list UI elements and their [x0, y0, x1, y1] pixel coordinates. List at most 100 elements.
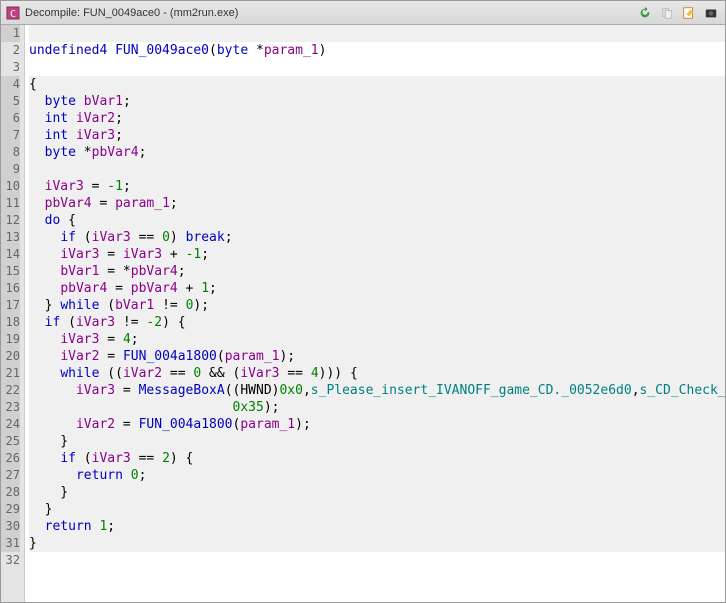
code-line[interactable]: } while (bVar1 != 0);	[29, 297, 725, 314]
token-var: bVar1	[115, 298, 154, 313]
code-line[interactable]: byte bVar1;	[29, 93, 725, 110]
token-plain	[29, 349, 60, 364]
token-plain: );	[279, 349, 295, 364]
line-number[interactable]: 31	[1, 535, 20, 552]
token-kw: if	[45, 315, 61, 330]
code-line[interactable]: if (iVar3 == 0) break;	[29, 229, 725, 246]
line-number[interactable]: 26	[1, 450, 20, 467]
code-line[interactable]: iVar2 = FUN_004a1800(param_1);	[29, 416, 725, 433]
line-number[interactable]: 32	[1, 552, 20, 569]
code-line[interactable]: iVar3 = MessageBoxA((HWND)0x0,s_Please_i…	[29, 382, 725, 399]
refresh-icon	[638, 6, 652, 20]
line-number[interactable]: 1	[1, 25, 20, 42]
code-line[interactable]: iVar2 = FUN_004a1800(param_1);	[29, 348, 725, 365]
code-line[interactable]	[29, 552, 725, 569]
code-line[interactable]: return 1;	[29, 518, 725, 535]
line-number[interactable]: 18	[1, 314, 20, 331]
code-line[interactable]: iVar3 = 4;	[29, 331, 725, 348]
code-line[interactable]	[29, 25, 725, 42]
line-number[interactable]: 15	[1, 263, 20, 280]
code-line[interactable]: do {	[29, 212, 725, 229]
line-number[interactable]: 4	[1, 76, 20, 93]
line-number[interactable]: 25	[1, 433, 20, 450]
token-plain	[29, 417, 76, 432]
edit-button[interactable]	[679, 4, 699, 22]
code-line[interactable]: return 0;	[29, 467, 725, 484]
line-number[interactable]: 5	[1, 93, 20, 110]
code-line[interactable]: }	[29, 484, 725, 501]
code-line[interactable]	[29, 161, 725, 178]
code-line[interactable]: int iVar3;	[29, 127, 725, 144]
code-line[interactable]: iVar3 = -1;	[29, 178, 725, 195]
code-line[interactable]: iVar3 = iVar3 + -1;	[29, 246, 725, 263]
token-fn: FUN_004a1800	[123, 349, 217, 364]
line-number[interactable]: 6	[1, 110, 20, 127]
decompile-icon: C	[5, 5, 21, 21]
line-number[interactable]: 30	[1, 518, 20, 535]
token-plain: =	[115, 383, 138, 398]
line-number[interactable]: 17	[1, 297, 20, 314]
line-number[interactable]: 7	[1, 127, 20, 144]
token-plain: );	[193, 298, 209, 313]
snapshot-button[interactable]	[701, 4, 721, 22]
code-line[interactable]: }	[29, 535, 725, 552]
line-number[interactable]: 28	[1, 484, 20, 501]
line-number[interactable]: 12	[1, 212, 20, 229]
token-plain	[29, 366, 60, 381]
line-number[interactable]: 24	[1, 416, 20, 433]
code-line[interactable]: 0x35);	[29, 399, 725, 416]
refresh-button[interactable]	[635, 4, 655, 22]
code-line[interactable]: pbVar4 = param_1;	[29, 195, 725, 212]
code-line[interactable]: }	[29, 501, 725, 518]
line-number[interactable]: 8	[1, 144, 20, 161]
code-area[interactable]: undefined4 FUN_0049ace0(byte *param_1){ …	[25, 25, 725, 602]
line-number[interactable]: 13	[1, 229, 20, 246]
token-var: iVar3	[76, 383, 115, 398]
line-number[interactable]: 20	[1, 348, 20, 365]
line-number[interactable]: 11	[1, 195, 20, 212]
code-line[interactable]: }	[29, 433, 725, 450]
code-line[interactable]: undefined4 FUN_0049ace0(byte *param_1)	[29, 42, 725, 59]
line-number[interactable]: 29	[1, 501, 20, 518]
code-line[interactable]: int iVar2;	[29, 110, 725, 127]
code-line[interactable]: while ((iVar2 == 0 && (iVar3 == 4))) {	[29, 365, 725, 382]
code-line[interactable]: {	[29, 76, 725, 93]
token-fn: FUN_0049ace0	[115, 43, 209, 58]
line-number[interactable]: 16	[1, 280, 20, 297]
token-kw: if	[60, 230, 76, 245]
code-line[interactable]: byte *pbVar4;	[29, 144, 725, 161]
line-number[interactable]: 23	[1, 399, 20, 416]
token-param: param_1	[240, 417, 295, 432]
token-plain	[29, 213, 45, 228]
line-number[interactable]: 10	[1, 178, 20, 195]
token-kw: return	[45, 519, 92, 534]
copy-button[interactable]	[657, 4, 677, 22]
line-number[interactable]: 21	[1, 365, 20, 382]
line-number[interactable]: 9	[1, 161, 20, 178]
edit-icon	[682, 6, 696, 20]
line-number[interactable]: 2	[1, 42, 20, 59]
token-num: 2	[162, 451, 170, 466]
token-var: iVar2	[60, 349, 99, 364]
token-plain: =	[84, 179, 107, 194]
line-number[interactable]: 27	[1, 467, 20, 484]
token-plain: ;	[139, 145, 147, 160]
token-plain	[29, 332, 60, 347]
code-line[interactable]: bVar1 = *pbVar4;	[29, 263, 725, 280]
token-plain: {	[29, 77, 37, 92]
line-number[interactable]: 19	[1, 331, 20, 348]
code-line[interactable]: if (iVar3 == 2) {	[29, 450, 725, 467]
token-kw: if	[60, 451, 76, 466]
token-plain	[29, 247, 60, 262]
token-var: iVar2	[76, 111, 115, 126]
token-plain: +	[178, 281, 201, 296]
token-plain	[29, 451, 60, 466]
token-plain: ==	[280, 366, 311, 381]
token-plain: ;	[123, 179, 131, 194]
line-number[interactable]: 22	[1, 382, 20, 399]
code-line[interactable]	[29, 59, 725, 76]
line-number[interactable]: 3	[1, 59, 20, 76]
line-number[interactable]: 14	[1, 246, 20, 263]
code-line[interactable]: if (iVar3 != -2) {	[29, 314, 725, 331]
code-line[interactable]: pbVar4 = pbVar4 + 1;	[29, 280, 725, 297]
